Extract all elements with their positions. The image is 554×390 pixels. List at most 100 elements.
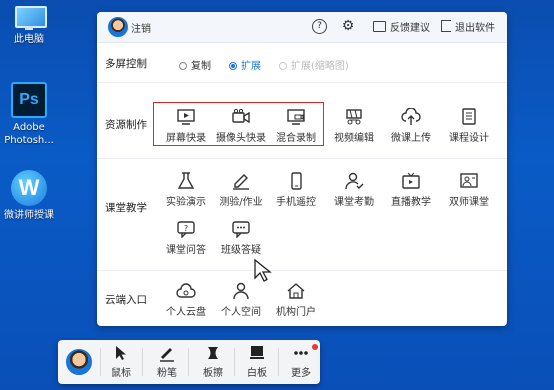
- desktop-icon-weijiangshi[interactable]: W 微讲师授课: [0, 170, 58, 222]
- radio-label: 扩展(缩略图): [291, 61, 349, 72]
- section-label-multiscreen: 多屏控制: [105, 58, 147, 70]
- qa-icon: ?: [176, 220, 196, 239]
- tool-label: 测验/作业: [219, 197, 263, 208]
- divider: [97, 270, 507, 271]
- video-edit-icon: [344, 108, 364, 126]
- photoshop-icon: Ps: [11, 82, 47, 118]
- tool-classroom-qa[interactable]: ? 课堂问答: [158, 220, 214, 256]
- desktop-icon-label: Adobe Photosh...: [4, 122, 54, 146]
- pencil-icon: [231, 172, 251, 190]
- highlight-box: [153, 102, 324, 146]
- chalk-icon: [160, 348, 174, 362]
- logout-button[interactable]: 注销: [131, 20, 151, 35]
- exit-icon: [441, 20, 451, 32]
- section-label-resources: 资源制作: [105, 119, 147, 131]
- radio-copy[interactable]: 复制: [179, 57, 211, 72]
- feedback-button[interactable]: 反馈建议: [373, 19, 430, 34]
- course-design-icon: [459, 108, 479, 126]
- quit-button[interactable]: 退出软件: [441, 19, 495, 34]
- feedback-icon: [373, 21, 386, 32]
- radio-label: 扩展: [241, 61, 261, 72]
- dual-teacher-icon: [459, 172, 479, 190]
- divider: [97, 158, 507, 159]
- tool-label: 班级答疑: [221, 245, 261, 256]
- panel-topbar: 注销 ? ⚙ 反馈建议 退出软件: [97, 12, 507, 43]
- tool-cloud-upload[interactable]: 微课上传: [383, 107, 439, 144]
- tool-label: 课堂问答: [166, 245, 206, 256]
- tool-label: 微课上传: [391, 133, 431, 144]
- section-label-classroom: 课堂教学: [105, 202, 147, 214]
- desktop-icon-label: 此电脑: [14, 34, 44, 45]
- phone-icon: [286, 172, 306, 190]
- person-icon: [231, 282, 251, 300]
- tool-course-design[interactable]: 课程设计: [441, 108, 497, 144]
- tool-label: 双师课堂: [449, 197, 489, 208]
- notification-dot: [312, 344, 318, 350]
- tool-experiment[interactable]: 实验演示: [158, 172, 214, 208]
- more-icon: [294, 351, 308, 355]
- toolbar-label: 更多: [291, 368, 311, 379]
- main-panel: 注销 ? ⚙ 反馈建议 退出软件 多屏控制 复制 扩展 扩展(缩略图) 资源制作…: [97, 12, 507, 326]
- divider: [188, 348, 189, 376]
- tool-label: 直播教学: [391, 197, 431, 208]
- avatar[interactable]: [66, 349, 92, 375]
- tool-label: 个人空间: [221, 307, 261, 318]
- avatar[interactable]: [108, 17, 128, 37]
- tool-attendance[interactable]: 课堂考勤: [326, 172, 382, 208]
- toolbar-mouse-button[interactable]: 鼠标: [104, 344, 138, 379]
- weijiangshi-icon: W: [11, 170, 47, 206]
- eraser-icon: [208, 347, 218, 359]
- section-label-cloud: 云端入口: [105, 294, 147, 306]
- tool-label: 机构门户: [276, 307, 316, 318]
- tool-quiz[interactable]: 测验/作业: [213, 172, 269, 208]
- tool-label: 个人云盘: [166, 307, 206, 318]
- svg-text:?: ?: [184, 224, 188, 233]
- tool-label: 手机遥控: [276, 197, 316, 208]
- home-icon: [286, 282, 306, 300]
- gear-icon[interactable]: ⚙: [340, 18, 356, 34]
- tool-video-edit[interactable]: 视频编辑: [326, 108, 382, 144]
- toolbar-whiteboard-button[interactable]: 白板: [240, 344, 274, 379]
- tool-label: 实验演示: [166, 197, 206, 208]
- tool-org-portal[interactable]: 机构门户: [268, 282, 324, 318]
- toolbar-eraser-button[interactable]: 板擦: [196, 344, 230, 379]
- toolbar-label: 板擦: [203, 368, 223, 379]
- desktop-icon-photoshop[interactable]: Ps Adobe Photosh...: [0, 82, 58, 147]
- tool-personal-space[interactable]: 个人空间: [213, 282, 269, 318]
- mouse-cursor-icon: [254, 258, 272, 282]
- feedback-label: 反馈建议: [390, 23, 430, 34]
- desktop-icon-label: 微讲师授课: [4, 210, 54, 221]
- radio-extend[interactable]: 扩展: [229, 57, 261, 72]
- whiteboard-icon: [250, 346, 264, 359]
- tool-class-answer[interactable]: 班级答疑: [213, 220, 269, 256]
- radio-label: 复制: [191, 61, 211, 72]
- toolbar-label: 粉笔: [157, 368, 177, 379]
- computer-icon: [12, 6, 47, 30]
- divider: [100, 348, 101, 376]
- mouse-pointer-icon: [116, 346, 126, 360]
- desktop-icon-this-pc[interactable]: 此电脑: [0, 6, 58, 46]
- tool-dual-teacher[interactable]: 双师课堂: [441, 172, 497, 208]
- divider: [278, 348, 279, 376]
- divider: [234, 348, 235, 376]
- help-icon[interactable]: ?: [312, 19, 327, 34]
- divider: [97, 82, 507, 83]
- cloud-upload-icon: [401, 107, 421, 126]
- cloud-disk-icon: [176, 282, 196, 300]
- tool-phone-remote[interactable]: 手机遥控: [268, 172, 324, 208]
- quit-label: 退出软件: [455, 23, 495, 34]
- tool-cloud-disk[interactable]: 个人云盘: [158, 282, 214, 318]
- divider: [142, 348, 143, 376]
- chat-icon: [231, 220, 251, 239]
- tv-icon: [401, 172, 421, 190]
- attendance-icon: [344, 172, 364, 190]
- tool-live[interactable]: 直播教学: [383, 172, 439, 208]
- tool-label: 视频编辑: [334, 133, 374, 144]
- flask-icon: [176, 172, 196, 190]
- toolbar-chalk-button[interactable]: 粉笔: [150, 344, 184, 379]
- toolbar-label: 白板: [247, 368, 267, 379]
- radio-extend-thumbnail[interactable]: 扩展(缩略图): [279, 57, 349, 72]
- bottom-toolbar: 鼠标 粉笔 板擦 白板 更多: [58, 340, 320, 384]
- tool-label: 课堂考勤: [334, 197, 374, 208]
- tool-label: 课程设计: [449, 133, 489, 144]
